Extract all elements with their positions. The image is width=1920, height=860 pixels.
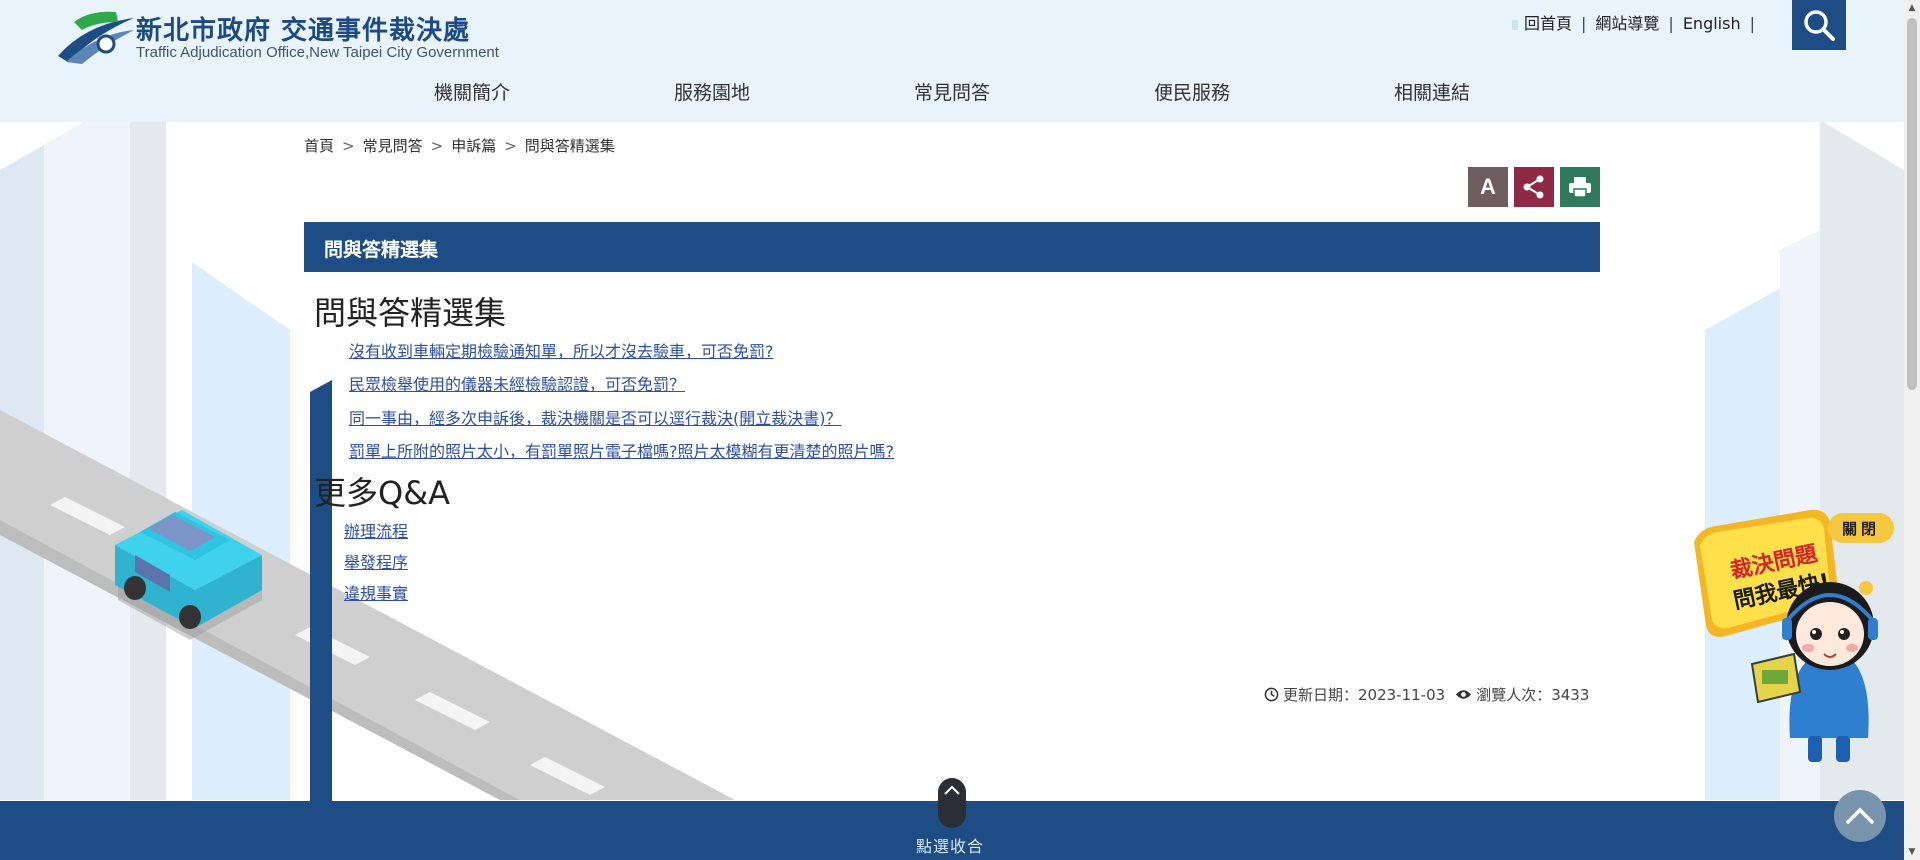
top-links: 回首頁 | 網站導覽 | English | <box>1512 10 1764 34</box>
page-meta: 更新日期：2023-11-03 瀏覽人次：3433 <box>1264 684 1589 705</box>
qa-link[interactable]: 沒有收到車輛定期檢驗通知單，所以才沒去驗車，可否免罰? <box>349 338 774 362</box>
breadcrumb: 首頁 > 常見問答 > 申訴篇 > 問與答精選集 <box>304 135 615 156</box>
section-title: 問與答精選集 <box>324 239 439 261</box>
more-link-report[interactable]: 舉發程序 <box>344 549 408 573</box>
more-link-process[interactable]: 辦理流程 <box>344 518 408 542</box>
page-scrollbar[interactable]: ▲ ▼ <box>1904 0 1920 860</box>
section-title-bar: 問與答精選集 <box>304 222 1600 272</box>
nav-public-services[interactable]: 便民服務 <box>1154 78 1230 105</box>
nav-about[interactable]: 機關簡介 <box>434 78 510 105</box>
scroll-up-arrow-icon[interactable]: ▲ <box>1904 0 1920 16</box>
site-logo[interactable]: 新北市政府 交通事件裁決處 Traffic Adjudication Offic… <box>56 4 546 66</box>
share-icon <box>1523 175 1544 199</box>
breadcrumb-arrow: > <box>342 137 355 155</box>
site-title-cn: 新北市政府 交通事件裁決處 <box>136 16 471 46</box>
separator: | <box>1581 14 1587 33</box>
clock-icon <box>1264 687 1279 702</box>
more-link-violation[interactable]: 違規事實 <box>344 580 408 604</box>
collapse-toggle-label[interactable]: 點選收合 <box>916 833 984 857</box>
breadcrumb-current: 問與答精選集 <box>524 137 615 155</box>
print-button[interactable] <box>1560 167 1600 207</box>
separator: | <box>1749 14 1755 33</box>
site-header: 新北市政府 交通事件裁決處 Traffic Adjudication Offic… <box>0 0 1904 122</box>
scroll-down-arrow-icon[interactable]: ▼ <box>1904 844 1920 860</box>
breadcrumb-arrow: > <box>504 137 517 155</box>
search-button[interactable] <box>1792 0 1846 50</box>
breadcrumb-home[interactable]: 首頁 <box>304 137 334 155</box>
collapse-toggle-button[interactable] <box>938 778 966 828</box>
print-icon <box>1569 177 1591 198</box>
sitemap-link[interactable]: 網站導覽 <box>1595 10 1659 34</box>
qa-link[interactable]: 民眾檢舉使用的儀器未經檢驗認證，可否免罰？ <box>349 371 685 395</box>
breadcrumb-appeal[interactable]: 申訴篇 <box>451 137 496 155</box>
mascot-close-button[interactable]: 關閉 <box>1828 513 1894 543</box>
back-to-top-button[interactable] <box>1834 790 1886 842</box>
chevron-up-icon <box>1846 807 1874 824</box>
updated-date: 更新日期：2023-11-03 <box>1283 686 1446 704</box>
logo-emblem-icon <box>58 11 134 64</box>
search-icon <box>1804 10 1835 41</box>
chevron-up-icon <box>944 785 960 795</box>
qa-link[interactable]: 罰單上所附的照片太小，有罰單照片電子檔嗎?照片太模糊有更清楚的照片嗎? <box>349 438 894 462</box>
english-link[interactable]: English <box>1683 14 1741 33</box>
home-link[interactable]: 回首頁 <box>1524 10 1572 34</box>
separator: | <box>1668 14 1674 33</box>
main-nav: 機關簡介 服務園地 常見問答 便民服務 相關連結 <box>380 78 1580 104</box>
eye-icon <box>1456 690 1472 699</box>
breadcrumb-faq[interactable]: 常見問答 <box>363 137 423 155</box>
background-illustration <box>0 95 1904 802</box>
more-qa-heading: 更多Q&A <box>314 474 451 512</box>
nav-faq[interactable]: 常見問答 <box>914 78 990 105</box>
nav-services[interactable]: 服務園地 <box>674 78 750 105</box>
view-count: 瀏覽人次：3433 <box>1476 686 1590 704</box>
site-title-en: Traffic Adjudication Office,New Taipei C… <box>136 44 499 61</box>
bullet-icon <box>1512 19 1518 30</box>
font-size-button[interactable]: A <box>1468 167 1508 207</box>
mascot-widget[interactable]: 關閉 裁決問題 問我最快! <box>1690 508 1906 768</box>
qa-link[interactable]: 同一事由，經多次申訴後，裁決機關是否可以逕行裁決(開立裁決書)？ <box>349 405 842 429</box>
page-heading: 問與答精選集 <box>314 294 507 332</box>
breadcrumb-arrow: > <box>430 137 444 155</box>
scroll-thumb[interactable] <box>1907 18 1917 390</box>
font-size-label: A <box>1480 174 1496 199</box>
nav-links[interactable]: 相關連結 <box>1394 78 1470 105</box>
share-button[interactable] <box>1514 167 1554 207</box>
